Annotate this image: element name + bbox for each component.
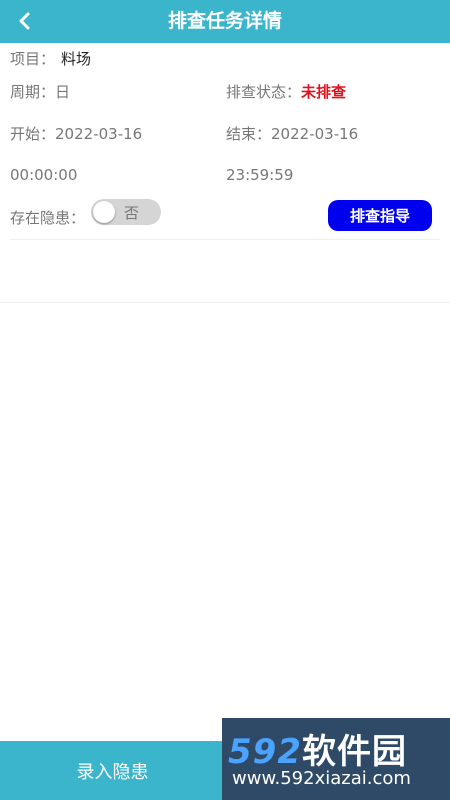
hazard-toggle-knob xyxy=(93,201,115,223)
watermark-logo-num: 592 xyxy=(228,732,302,772)
hazard-toggle-track: 否 xyxy=(91,199,161,225)
cycle-value: 日 xyxy=(55,83,71,101)
status-label: 排查状态： xyxy=(226,83,302,101)
watermark-logo: 592软件园 xyxy=(228,724,407,773)
end-time: 23:59:59 xyxy=(226,166,294,184)
start-time: 00:00:00 xyxy=(10,166,78,184)
guide-button[interactable]: 排查指导 xyxy=(328,200,432,231)
header-bar: 排查任务详情 xyxy=(0,0,450,43)
record-hazard-button[interactable]: 录入隐患 xyxy=(0,741,225,800)
project-value: 料场 xyxy=(61,50,92,68)
hazard-toggle[interactable]: 否 xyxy=(91,199,161,225)
project-label: 项目： xyxy=(10,50,56,68)
section-divider xyxy=(0,302,450,303)
screen: 排查任务详情 项目： 料场 周期：日 排查状态：未排查 开始：2022-03-16… xyxy=(0,0,450,800)
end-label: 结束： xyxy=(226,125,272,143)
start-date-row: 开始：2022-03-16 xyxy=(10,123,142,144)
watermark-url: www.592xiazai.com xyxy=(232,768,411,789)
watermark: 592软件园 www.592xiazai.com xyxy=(222,718,450,800)
hazard-label: 存在隐患： xyxy=(10,209,86,227)
project-row: 项目： 料场 xyxy=(10,48,91,69)
cycle-row: 周期：日 xyxy=(10,81,70,102)
watermark-logo-text: 软件园 xyxy=(301,732,407,772)
status-row: 排查状态：未排查 xyxy=(226,81,346,102)
end-date-row: 结束：2022-03-16 xyxy=(226,123,358,144)
status-value: 未排查 xyxy=(301,83,347,101)
page-title: 排查任务详情 xyxy=(167,10,282,32)
hazard-toggle-text: 否 xyxy=(124,204,140,222)
end-date: 2022-03-16 xyxy=(271,125,359,143)
cycle-label: 周期： xyxy=(10,83,56,101)
start-label: 开始： xyxy=(10,125,56,143)
start-date: 2022-03-16 xyxy=(55,125,143,143)
divider xyxy=(10,239,440,240)
